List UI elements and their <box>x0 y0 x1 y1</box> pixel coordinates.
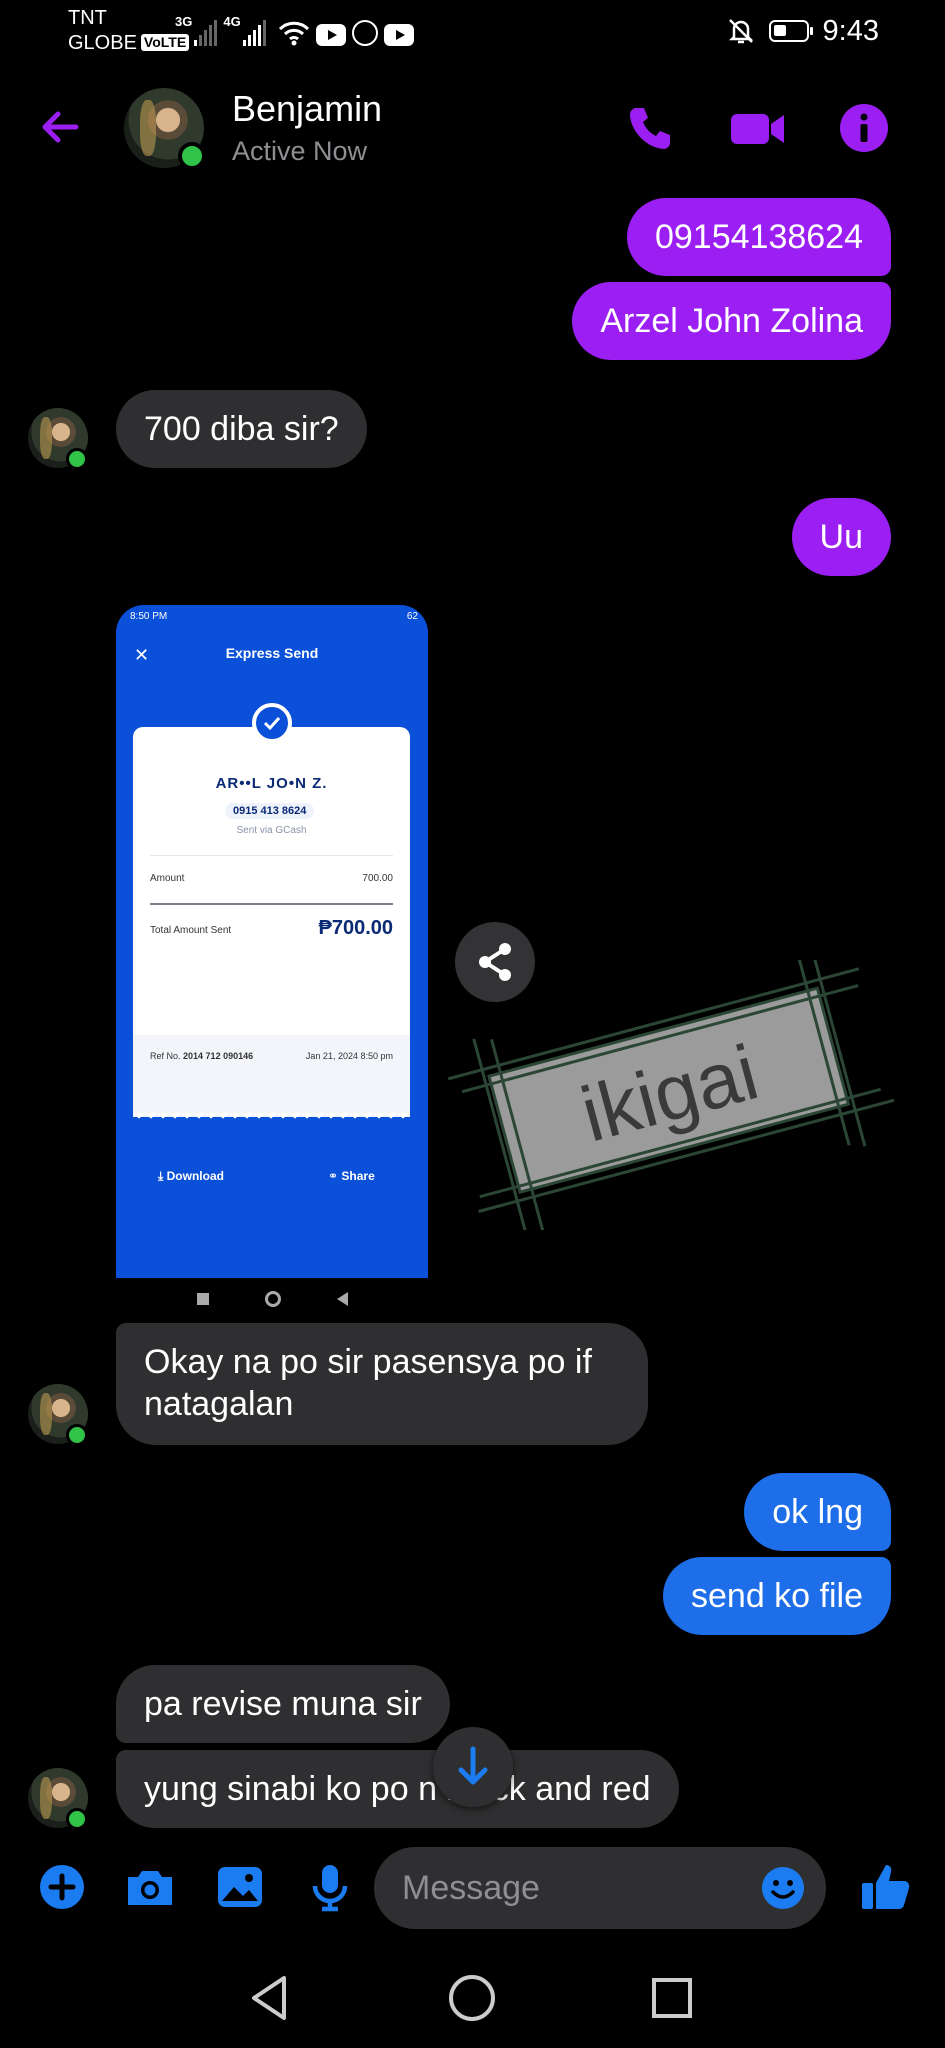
nav-back-icon[interactable] <box>240 1968 300 2028</box>
network-type-1: 3G <box>175 14 193 29</box>
battery-icon <box>768 20 813 42</box>
ikigai-sticker[interactable]: ikigai <box>440 960 900 1230</box>
image-nav-circle <box>264 1291 281 1307</box>
carrier-bottom-label: GLOBE <box>68 32 137 54</box>
mute-bell-icon <box>728 19 753 44</box>
online-indicator <box>178 142 206 170</box>
camera-icon[interactable] <box>122 1859 178 1915</box>
sent-message-ok[interactable]: ok lng <box>744 1473 891 1551</box>
status-icons-left: 3G 4G <box>175 14 414 46</box>
receipt-via: Sent via GCash <box>236 825 307 836</box>
thumbs-up-icon[interactable] <box>858 1859 914 1915</box>
message-input[interactable] <box>374 1847 826 1929</box>
scroll-to-bottom-button[interactable] <box>433 1727 513 1807</box>
mic-icon[interactable] <box>302 1859 358 1915</box>
arrow-down-icon <box>458 1746 488 1785</box>
receipt-amount-value: 700.00 <box>362 873 393 884</box>
image-share-text: Share <box>341 1169 375 1183</box>
receipt-total-label: Total Amount Sent <box>150 925 232 936</box>
contact-status: Active Now <box>232 136 368 166</box>
received-message-apology[interactable]: Okay na po sir pasensya po if natagalan <box>116 1323 648 1445</box>
signal-icon <box>194 20 218 46</box>
carrier-bottom: GLOBE VoLTE <box>68 31 190 56</box>
image-share-label: ⚭ Share <box>328 1169 375 1183</box>
youtube-notification-icon <box>315 24 346 46</box>
signal-icon-2 <box>242 20 266 46</box>
message-composer <box>0 1845 945 1935</box>
receipt-number: 0915 413 8624 <box>225 803 315 819</box>
receipt-divider-dark <box>150 903 393 905</box>
network-type-2: 4G <box>223 14 241 29</box>
receipt-recipient: AR••L JO•N Z. <box>215 775 328 792</box>
status-time: 9:43 <box>822 14 879 47</box>
plus-icon[interactable] <box>34 1859 90 1915</box>
received-image-gcash-receipt[interactable]: 8:50 PM 62 ✕ Express Send AR••L JO•N Z. 0… <box>116 605 428 1278</box>
receipt-amount-label: Amount <box>150 873 185 884</box>
sent-message-name[interactable]: Arzel John Zolina <box>572 282 891 360</box>
online-indicator-small <box>66 448 88 470</box>
receipt-zigzag-edge <box>133 1113 410 1125</box>
nav-recents-icon[interactable] <box>642 1968 702 2028</box>
gallery-icon[interactable] <box>212 1859 268 1915</box>
back-arrow-icon[interactable] <box>36 102 86 152</box>
youtube-notification-icon-2 <box>383 24 414 46</box>
sent-message-phone-number[interactable]: 09154138624 <box>626 198 891 276</box>
sent-message-uu[interactable]: Uu <box>791 498 891 576</box>
system-nav-bar <box>0 1950 945 2048</box>
contact-name[interactable]: Benjamin <box>232 88 382 130</box>
info-icon[interactable] <box>836 100 892 156</box>
received-message-amount[interactable]: 700 diba sir? <box>116 390 367 468</box>
receipt-total-value: ₱700.00 <box>318 917 393 939</box>
receipt-ref-label: Ref No. <box>150 1051 181 1061</box>
status-icons-right: 9:43 <box>727 14 879 48</box>
image-download-text: Download <box>166 1169 224 1183</box>
image-download-label: ⤓ Download <box>158 1169 224 1183</box>
receipt-footer: Ref No. 2014 712 090146 Jan 21, 2024 8:5… <box>133 1035 410 1117</box>
online-indicator-small-3 <box>66 1808 88 1830</box>
receipt-card: AR••L JO•N Z. 0915 413 8624 Sent via GCa… <box>133 727 410 1117</box>
image-nav-back <box>336 1292 348 1306</box>
apology-line-1: Okay na po sir pasensya po if <box>144 1343 592 1381</box>
received-message-revise[interactable]: pa revise muna sir <box>116 1665 450 1743</box>
image-nav-bar <box>116 1278 428 1320</box>
image-status-bar: 8:50 PM 62 <box>130 611 418 622</box>
receipt-date: Jan 21, 2024 8:50 pm <box>305 1051 393 1061</box>
online-indicator-small-2 <box>66 1424 88 1446</box>
receipt-divider <box>150 855 393 856</box>
check-icon <box>252 703 292 743</box>
apology-line-2: natagalan <box>144 1385 294 1423</box>
received-message-black-red[interactable]: yung sinabi ko po n black and red <box>116 1750 679 1828</box>
emoji-icon[interactable] <box>760 1865 806 1911</box>
nav-home-icon[interactable] <box>442 1968 502 2028</box>
video-call-icon[interactable] <box>728 100 788 156</box>
receipt-ref-value: 2014 712 090146 <box>183 1051 254 1061</box>
chat-header: Benjamin Active Now <box>0 62 945 192</box>
image-status-time: 8:50 PM <box>130 611 168 622</box>
messenger-notification-icon <box>351 20 378 46</box>
image-status-battery: 62 <box>406 611 418 622</box>
carrier-top: TNT <box>68 7 107 29</box>
carrier-info: TNT GLOBE VoLTE <box>68 6 190 56</box>
status-bar: TNT GLOBE VoLTE 3G 4G 9:43 <box>0 0 945 60</box>
wifi-icon <box>278 21 309 46</box>
image-nav-square <box>196 1293 209 1305</box>
receipt-ref: Ref No. 2014 712 090146 <box>150 1051 253 1061</box>
phone-icon[interactable] <box>622 100 678 156</box>
sent-message-send-file[interactable]: send ko file <box>663 1557 891 1635</box>
image-title: Express Send <box>225 645 319 661</box>
